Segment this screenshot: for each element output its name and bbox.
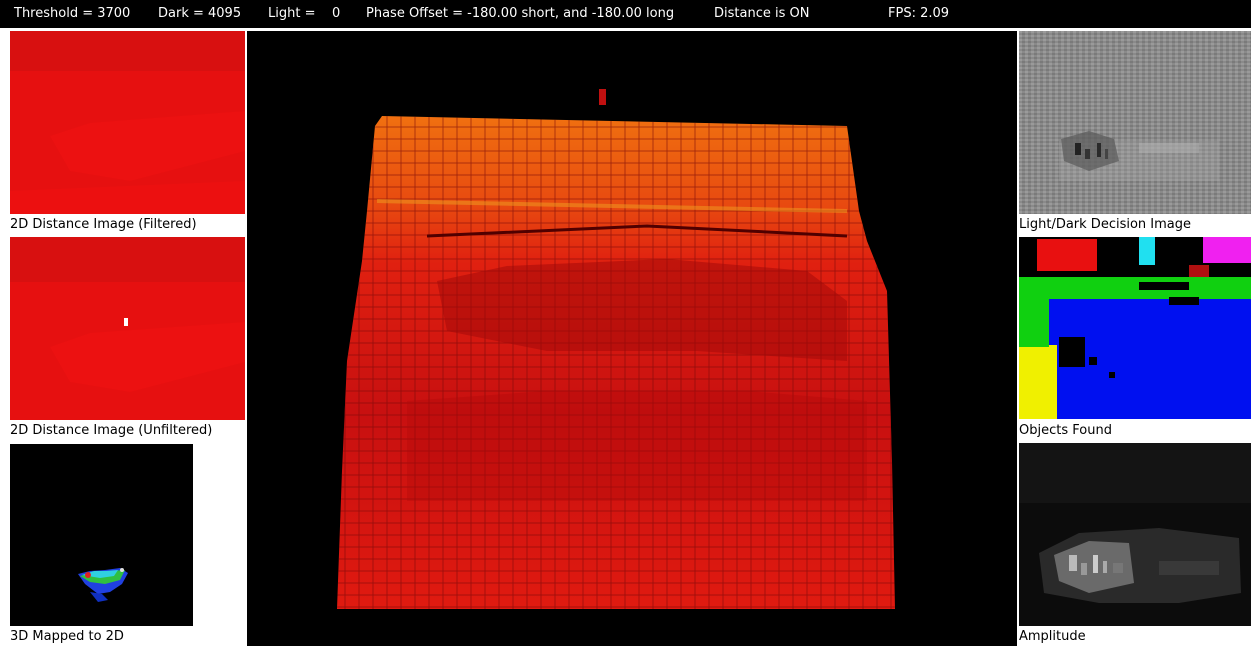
amplitude-caption: Amplitude: [1019, 629, 1086, 644]
dark-readout: Dark = 4095: [158, 6, 242, 21]
3d-view[interactable]: [247, 31, 1017, 646]
mapped-3d-image: [10, 444, 193, 626]
distance-filtered-caption: 2D Distance Image (Filtered): [10, 217, 197, 232]
objects-found-image: [1019, 237, 1251, 419]
light-dark-decision-image: [1019, 31, 1251, 214]
distance-unfiltered-caption: 2D Distance Image (Unfiltered): [10, 423, 213, 438]
fps-readout: FPS: 2.09: [888, 6, 950, 21]
light-dark-decision-caption: Light/Dark Decision Image: [1019, 217, 1191, 232]
mapped-3d-caption: 3D Mapped to 2D: [10, 629, 124, 644]
threshold-readout: Threshold = 3700: [14, 6, 131, 21]
objects-found-caption: Objects Found: [1019, 423, 1112, 438]
distance-unfiltered-image: [10, 237, 245, 420]
phase-offset-readout: Phase Offset = -180.00 short, and -180.0…: [366, 6, 675, 21]
amplitude-image: [1019, 443, 1251, 626]
distance-filtered-image: [10, 31, 245, 214]
light-readout: Light = 0: [268, 6, 341, 21]
status-bar: Threshold = 3700 Dark = 4095 Light = 0 P…: [0, 0, 1251, 28]
distance-status: Distance is ON: [714, 6, 810, 21]
